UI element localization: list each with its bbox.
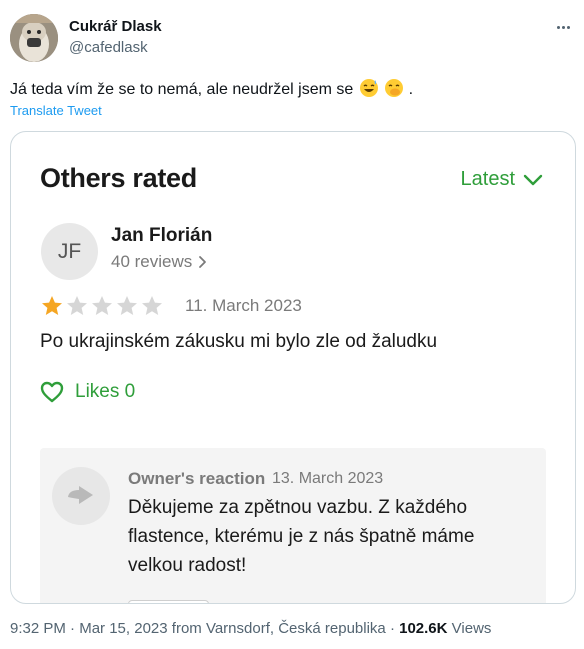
sort-label: Latest: [460, 168, 515, 190]
more-options-button[interactable]: [552, 16, 574, 38]
star-empty-icon: [67, 296, 87, 315]
tweet-time[interactable]: 9:32 PM: [10, 620, 66, 637]
heart-icon: [40, 381, 64, 403]
star-empty-icon: [142, 296, 162, 315]
author-handle[interactable]: @cafedlask: [69, 39, 148, 56]
reviewer-name[interactable]: Jan Florián: [111, 225, 212, 247]
review-count-label: 40 reviews: [111, 252, 193, 271]
tweet-header: Cukrář Dlask @cafedlask: [10, 14, 574, 66]
star-rating: [40, 294, 164, 318]
tweet-date[interactable]: Mar 15, 2023: [79, 620, 167, 637]
tweet-text-content: Já teda vím že se to nemá, ale neudržel …: [10, 81, 354, 98]
tweet-source: from Varnsdorf, Česká republika: [171, 620, 386, 637]
owner-reaction-text: Děkujeme za zpětnou vazbu. Z každého fla…: [128, 497, 475, 576]
owner-reaction-label: Owner's reaction: [128, 469, 266, 488]
grinning-sweat-emoji-icon: [359, 79, 378, 97]
star-filled-icon: [42, 296, 62, 315]
star-empty-icon: [117, 296, 137, 315]
translate-tweet-link[interactable]: Translate Tweet: [10, 103, 102, 118]
reviewer-review-count[interactable]: 40 reviews: [111, 252, 207, 272]
views-count[interactable]: 102.6K: [399, 620, 447, 637]
sort-dropdown[interactable]: Latest: [461, 168, 543, 191]
review-body: Po ukrajinském zákusku mi bylo zle od ža…: [40, 331, 438, 352]
owner-reply-avatar: [52, 467, 110, 525]
meta-separator: ·: [389, 620, 395, 637]
views-label: Views: [451, 620, 492, 637]
like-button[interactable]: Likes 0: [40, 381, 135, 403]
chevron-down-icon: [523, 174, 543, 185]
hand-over-mouth-emoji-icon: [385, 79, 404, 97]
owner-reaction-button[interactable]: [128, 600, 209, 603]
section-title: Others rated: [40, 163, 197, 193]
author-display-name[interactable]: Cukrář Dlask: [69, 18, 162, 35]
tweet-meta: 9:32 PM · Mar 15, 2023 from Varnsdorf, Č…: [10, 620, 491, 637]
tweet-text-suffix: .: [408, 81, 414, 98]
media-card[interactable]: Others rated Latest JF Jan Florián 40 re…: [10, 131, 576, 604]
likes-label: Likes 0: [75, 381, 136, 402]
tweet-text: Já teda vím že se to nemá, ale neudržel …: [10, 78, 413, 101]
reviewer-avatar[interactable]: JF: [41, 223, 98, 280]
more-icon: [556, 25, 560, 29]
owner-reaction-date: 13. March 2023: [272, 470, 384, 487]
reply-arrow-icon: [68, 486, 93, 504]
owner-reaction: Owner's reaction 13. March 2023 Děkujeme…: [40, 448, 546, 603]
review-date: 11. March 2023: [185, 296, 302, 315]
chevron-right-icon: [199, 256, 207, 268]
star-empty-icon: [92, 296, 112, 315]
author-avatar[interactable]: [10, 14, 58, 62]
meta-separator: ·: [70, 620, 76, 637]
